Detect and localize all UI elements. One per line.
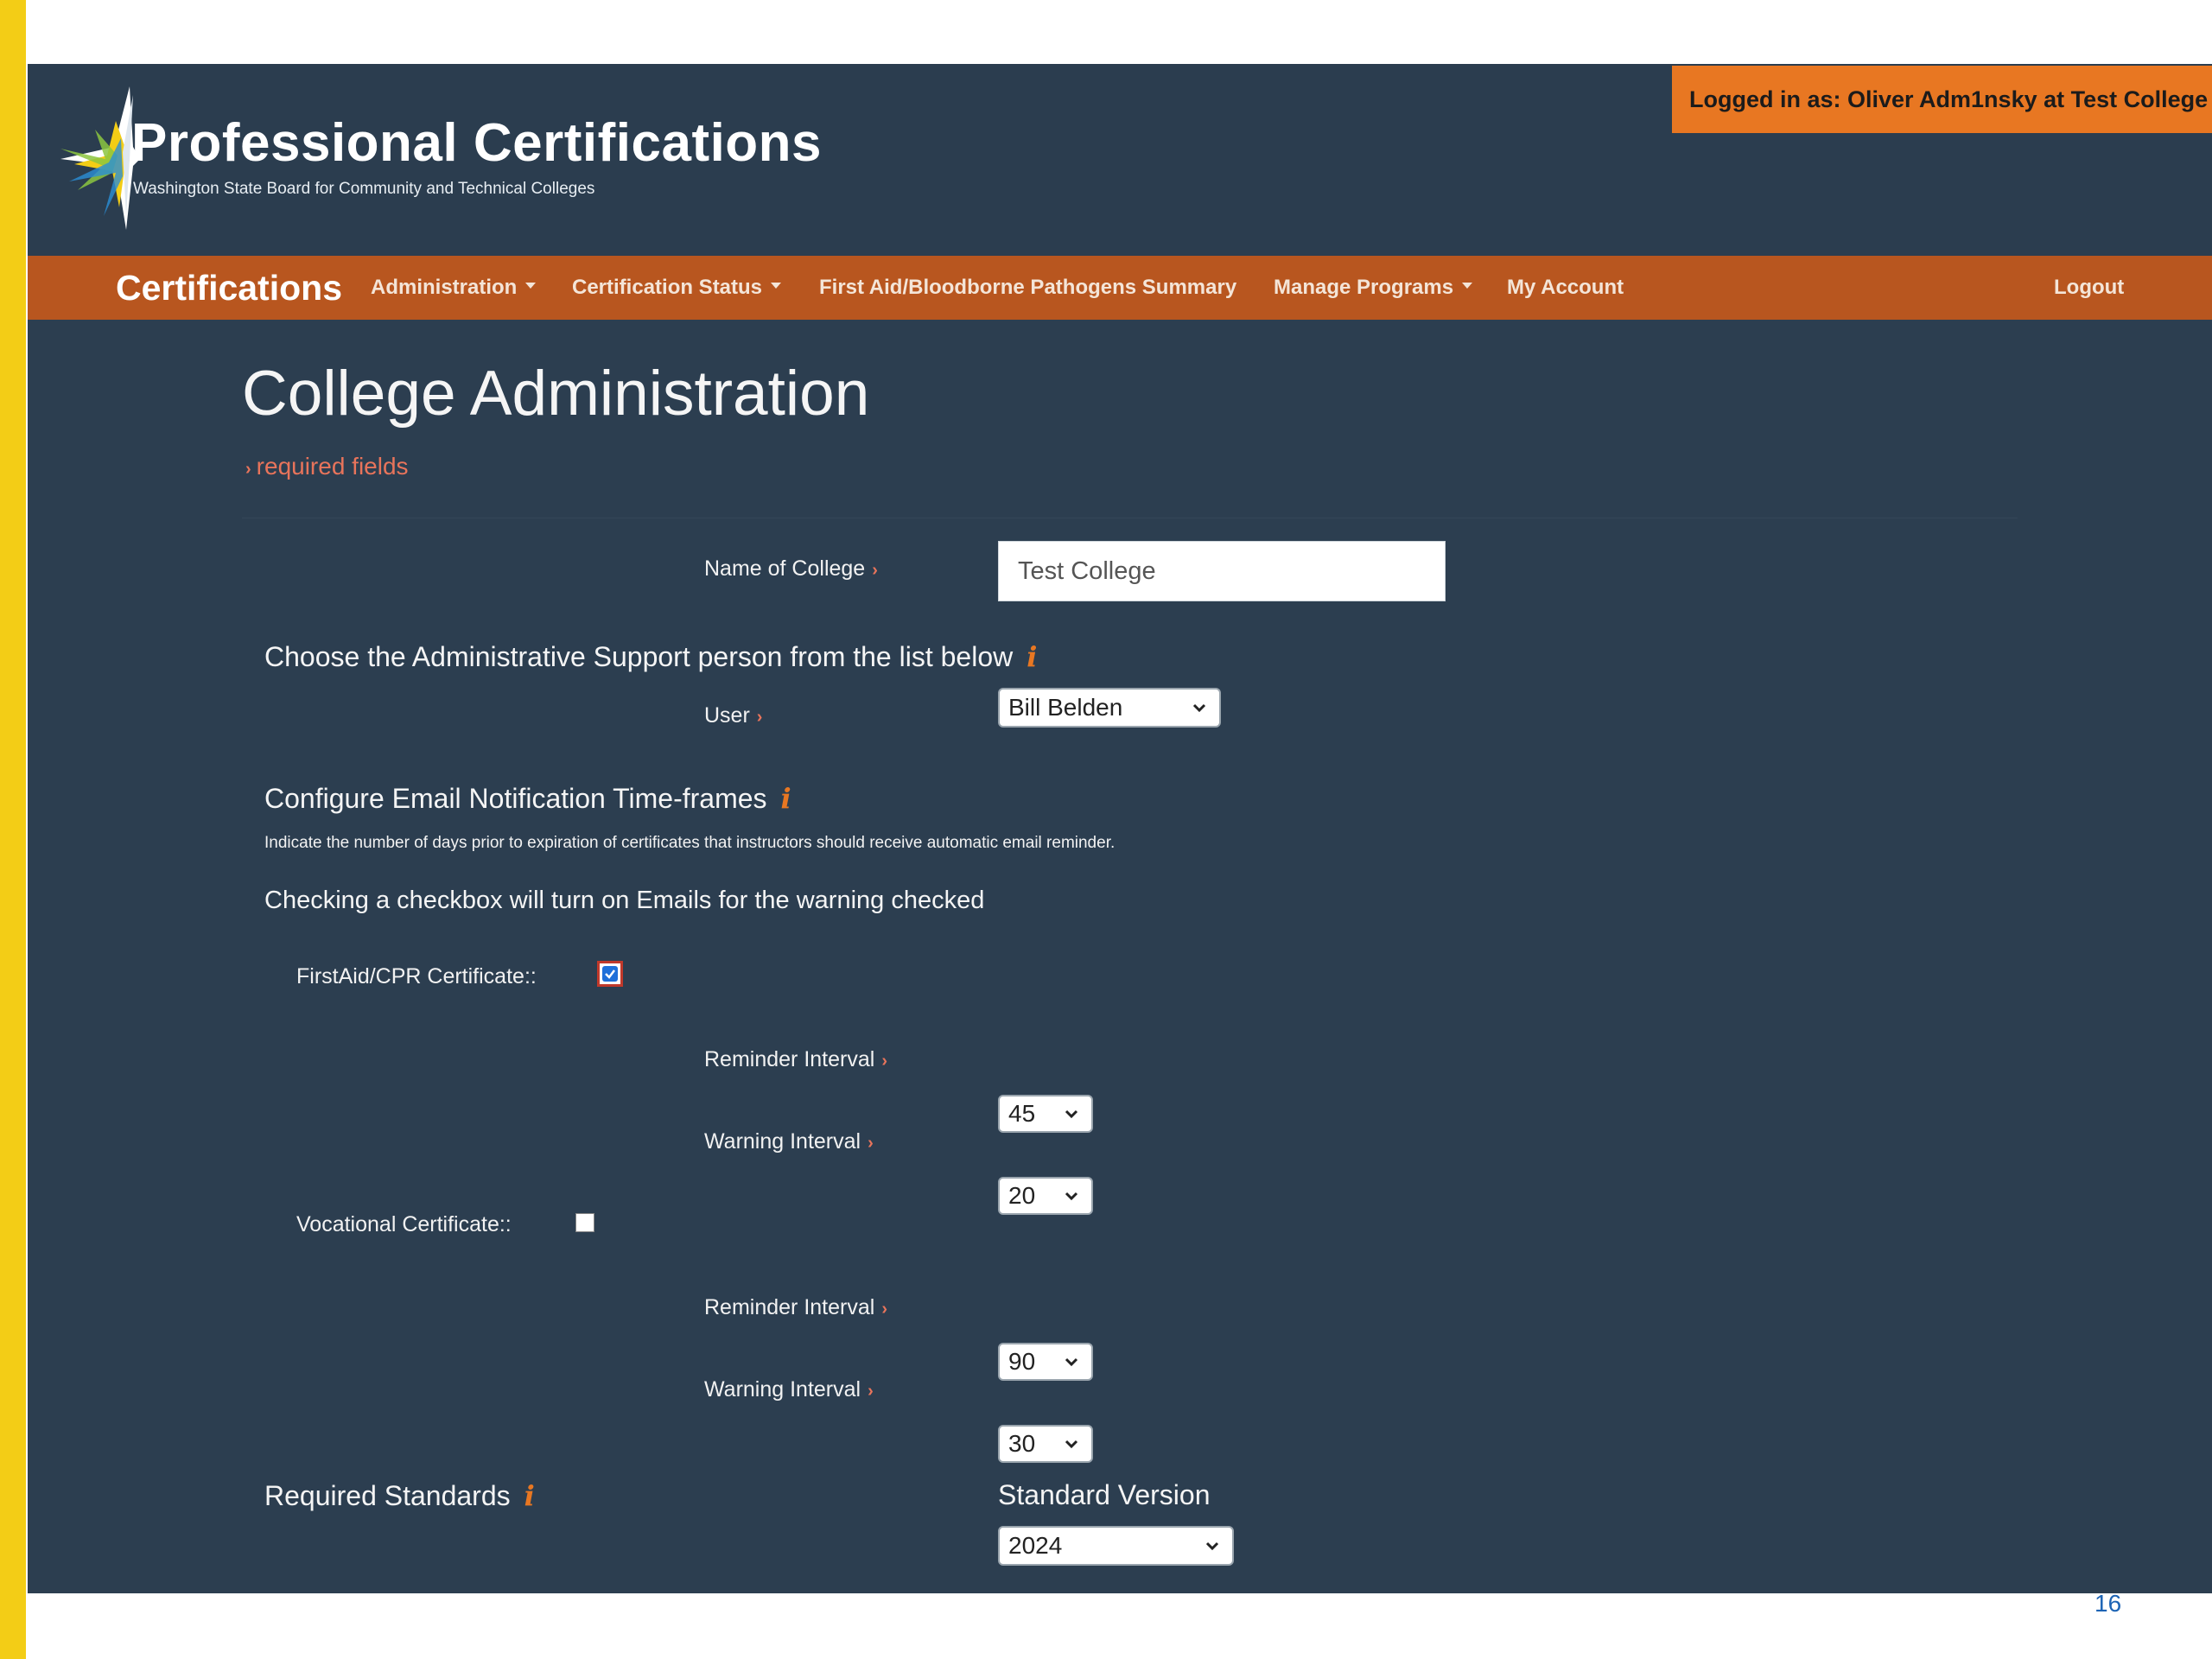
user-select[interactable]: Bill Belden <box>998 688 1221 728</box>
info-icon[interactable]: i <box>781 782 791 815</box>
nav-manage-programs-label: Manage Programs <box>1274 276 1454 299</box>
chevron-down-icon <box>1205 1541 1219 1551</box>
vocational-cert-label: Vocational Certificate:: <box>296 1212 512 1236</box>
vocational-reminder-label: Reminder Interval › <box>704 1295 887 1320</box>
required-marker-icon: › <box>872 561 878 580</box>
main-navbar: Certifications Administration Certificat… <box>28 256 2212 320</box>
firstaid-cert-checkbox[interactable] <box>597 961 623 987</box>
nav-brand[interactable]: Certifications <box>116 256 342 320</box>
slide-number: 16 <box>2094 1590 2122 1617</box>
required-standards-heading: Required Standards i <box>264 1479 535 1512</box>
nav-firstaid-summary[interactable]: First Aid/Bloodborne Pathogens Summary <box>819 256 1236 320</box>
nav-administration-label: Administration <box>371 276 518 299</box>
firstaid-reminder-label-text: Reminder Interval <box>704 1047 875 1071</box>
college-name-input[interactable]: Test College <box>998 541 1446 601</box>
header-banner: Professional Certifications Washington S… <box>28 64 2212 256</box>
caret-down-icon <box>771 283 782 289</box>
firstaid-cert-label: FirstAid/CPR Certificate:: <box>296 964 537 988</box>
required-marker-icon: › <box>881 1300 887 1319</box>
email-heading-text: Configure Email Notification Time-frames <box>264 783 767 814</box>
firstaid-warning-value: 20 <box>1008 1182 1036 1209</box>
caret-down-icon <box>1462 283 1473 289</box>
nav-manage-programs[interactable]: Manage Programs <box>1274 256 1473 320</box>
checkmark-icon <box>605 969 615 979</box>
firstaid-reminder-select[interactable]: 45 <box>998 1095 1093 1133</box>
required-standards-heading-text: Required Standards <box>264 1480 511 1511</box>
user-label-text: User <box>704 703 750 728</box>
vocational-warning-label-text: Warning Interval <box>704 1377 861 1402</box>
required-fields-note: › required fields <box>245 453 409 480</box>
vocational-reminder-value: 90 <box>1008 1348 1036 1375</box>
required-fields-text: required fields <box>256 453 409 480</box>
checkbox-checked-indicator <box>602 966 618 982</box>
chevron-down-icon <box>1065 1440 1078 1449</box>
required-marker-icon: › <box>756 708 763 727</box>
admin-support-heading-text: Choose the Administrative Support person… <box>264 641 1014 672</box>
required-marker-icon: › <box>245 460 251 479</box>
logged-in-badge: Logged in as: Oliver Adm1nsky at Test Co… <box>1672 66 2212 133</box>
firstaid-warning-label-text: Warning Interval <box>704 1129 861 1154</box>
brand-subtitle: Washington State Board for Community and… <box>133 180 595 198</box>
info-icon[interactable]: i <box>1027 640 1037 673</box>
firstaid-reminder-value: 45 <box>1008 1100 1036 1127</box>
vocational-reminder-label-text: Reminder Interval <box>704 1295 875 1319</box>
firstaid-reminder-label: Reminder Interval › <box>704 1047 887 1072</box>
user-select-value: Bill Belden <box>1008 694 1123 721</box>
brand-title: Professional Certifications <box>131 113 823 173</box>
chevron-down-icon <box>1065 1109 1078 1119</box>
checkbox-note: Checking a checkbox will turn on Emails … <box>264 887 985 914</box>
vocational-reminder-select[interactable]: 90 <box>998 1343 1093 1381</box>
standard-version-select[interactable]: 2024 <box>998 1526 1234 1566</box>
user-label: User › <box>704 703 762 728</box>
app-window: Professional Certifications Washington S… <box>28 64 2212 1593</box>
vocational-warning-select[interactable]: 30 <box>998 1425 1093 1463</box>
college-name-label: Name of College › <box>704 556 878 582</box>
required-marker-icon: › <box>868 1134 874 1153</box>
vocational-warning-value: 30 <box>1008 1430 1036 1457</box>
vocational-cert-checkbox[interactable] <box>575 1213 594 1232</box>
chevron-down-icon <box>1192 703 1206 713</box>
vocational-warning-label: Warning Interval › <box>704 1377 874 1402</box>
email-timeframes-heading: Configure Email Notification Time-frames… <box>264 782 791 815</box>
caret-down-icon <box>525 283 537 289</box>
nav-logout[interactable]: Logout <box>2054 256 2124 320</box>
required-marker-icon: › <box>868 1382 874 1401</box>
required-marker-icon: › <box>881 1052 887 1071</box>
nav-my-account[interactable]: My Account <box>1507 256 1624 320</box>
nav-certification-status-label: Certification Status <box>572 276 763 299</box>
standard-version-value: 2024 <box>1008 1532 1063 1559</box>
chevron-down-icon <box>1065 1192 1078 1201</box>
admin-support-heading: Choose the Administrative Support person… <box>264 640 1037 673</box>
nav-certification-status[interactable]: Certification Status <box>572 256 782 320</box>
info-icon[interactable]: i <box>524 1479 535 1512</box>
firstaid-warning-label: Warning Interval › <box>704 1129 874 1154</box>
chevron-down-icon <box>1065 1357 1078 1367</box>
firstaid-warning-select[interactable]: 20 <box>998 1177 1093 1215</box>
page-title: College Administration <box>242 359 870 429</box>
college-name-label-text: Name of College <box>704 556 866 581</box>
standard-version-label: Standard Version <box>998 1479 1211 1510</box>
side-accent-bar <box>0 0 26 1659</box>
email-helper-text: Indicate the number of days prior to exp… <box>264 834 1116 852</box>
nav-administration[interactable]: Administration <box>371 256 537 320</box>
